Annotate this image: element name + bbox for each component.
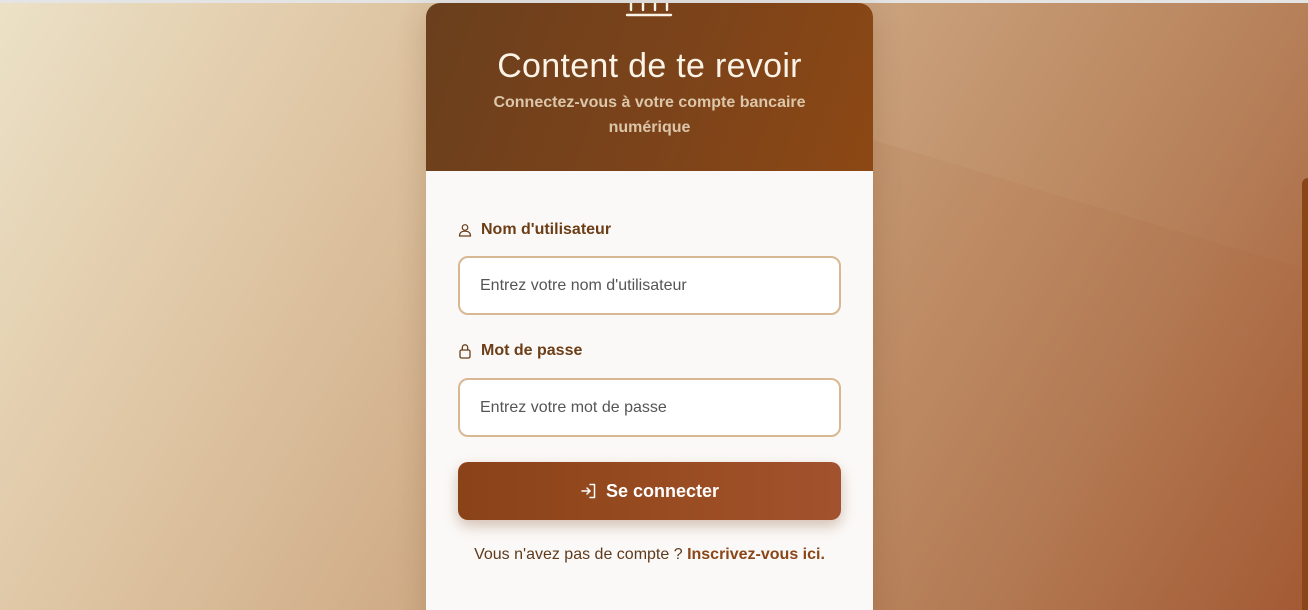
lock-icon xyxy=(459,344,471,359)
username-label: Nom d'utilisateur xyxy=(458,221,611,239)
login-button-label: Se connecter xyxy=(605,480,720,501)
card-header: Content de te revoir Connectez-vous à vo… xyxy=(426,3,873,171)
side-panel-tab[interactable] xyxy=(1302,178,1308,610)
username-label-text: Nom d'utilisateur xyxy=(481,221,612,238)
page-subtitle: Connectez-vous à votre compte bancaire n… xyxy=(493,94,806,136)
signup-link[interactable]: Inscrivez-vous ici. xyxy=(687,546,825,563)
password-label-text: Mot de passe xyxy=(481,342,583,359)
login-icon xyxy=(581,483,596,499)
signup-prompt-text: Vous n'avez pas de compte ? xyxy=(474,546,683,563)
password-input[interactable] xyxy=(458,378,841,437)
bank-icon xyxy=(625,3,673,17)
login-button[interactable]: Se connecter xyxy=(458,462,841,520)
signup-prompt: Vous n'avez pas de compte ? Inscrivez-vo… xyxy=(426,546,873,564)
username-input[interactable] xyxy=(458,256,841,315)
password-label: Mot de passe xyxy=(458,342,582,360)
page-title: Content de te revoir xyxy=(497,47,802,85)
login-card: Content de te revoir Connectez-vous à vo… xyxy=(426,3,873,610)
user-icon xyxy=(458,224,472,237)
